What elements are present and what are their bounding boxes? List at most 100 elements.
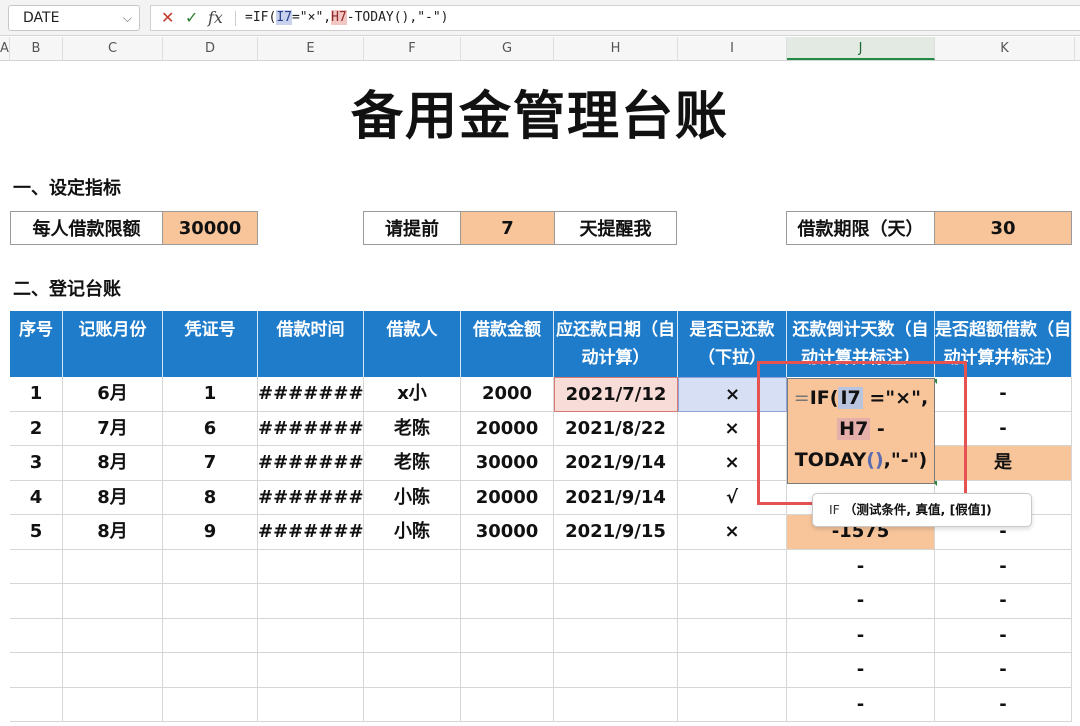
cell-borrower[interactable]: 小陈 <box>364 515 461 550</box>
cell-date[interactable]: ######## <box>258 480 364 515</box>
cell-month[interactable]: 8月 <box>63 480 163 515</box>
cell-borrower[interactable]: x小 <box>364 377 461 412</box>
cell-voucher[interactable] <box>163 653 258 688</box>
cell-seq[interactable]: 3 <box>10 446 63 481</box>
column-header-a[interactable]: A <box>0 37 10 60</box>
cell-month[interactable]: 6月 <box>63 377 163 412</box>
cell-seq[interactable] <box>10 618 63 653</box>
cell-amount[interactable] <box>461 618 554 653</box>
cell-date[interactable] <box>258 618 364 653</box>
column-header-h[interactable]: H <box>554 37 678 60</box>
cell-repaid[interactable] <box>678 549 787 584</box>
chevron-down-icon[interactable]: ⌵ <box>123 6 132 30</box>
cell-seq[interactable]: 2 <box>10 411 63 446</box>
cell-repaid[interactable] <box>678 653 787 688</box>
cell-overlimit[interactable]: - <box>935 687 1072 722</box>
cell-month[interactable]: 7月 <box>63 411 163 446</box>
cell-due-date[interactable] <box>554 584 678 619</box>
formula-input-area[interactable]: ✕ ✓ fx =IF(I7="×",H7-TODAY(),"-") <box>150 5 1080 31</box>
cell-seq[interactable] <box>10 687 63 722</box>
cell-date[interactable]: ######## <box>258 515 364 550</box>
cell-due-date[interactable] <box>554 653 678 688</box>
cell-borrower[interactable] <box>364 653 461 688</box>
cell-due-date[interactable]: 2021/9/14 <box>554 446 678 481</box>
cell-month[interactable]: 8月 <box>63 515 163 550</box>
formula-text[interactable]: =IF(I7="×",H7-TODAY(),"-") <box>245 6 449 30</box>
column-header-j[interactable]: J <box>787 37 935 60</box>
cell-voucher[interactable]: 6 <box>163 411 258 446</box>
cell-countdown[interactable]: - <box>787 584 935 619</box>
cell-overlimit[interactable]: - <box>935 584 1072 619</box>
cell-month[interactable] <box>63 584 163 619</box>
confirm-icon[interactable]: ✓ <box>185 6 198 30</box>
cell-date[interactable]: ######## <box>258 411 364 446</box>
cell-date[interactable]: ######## <box>258 446 364 481</box>
cell-month[interactable] <box>63 687 163 722</box>
cell-amount[interactable]: 20000 <box>461 480 554 515</box>
cell-borrower[interactable]: 小陈 <box>364 480 461 515</box>
cell-due-date[interactable]: 2021/8/22 <box>554 411 678 446</box>
cell-amount[interactable]: 2000 <box>461 377 554 412</box>
cell-voucher[interactable]: 9 <box>163 515 258 550</box>
cancel-icon[interactable]: ✕ <box>161 6 174 30</box>
cell-amount[interactable] <box>461 549 554 584</box>
cell-amount[interactable] <box>461 653 554 688</box>
column-header-b[interactable]: B <box>10 37 63 60</box>
cell-seq[interactable]: 5 <box>10 515 63 550</box>
cell-countdown[interactable]: - <box>787 653 935 688</box>
cell-seq[interactable] <box>10 653 63 688</box>
column-header-g[interactable]: G <box>461 37 554 60</box>
cell-countdown[interactable]: - <box>787 549 935 584</box>
cell-voucher[interactable]: 7 <box>163 446 258 481</box>
cell-amount[interactable]: 30000 <box>461 446 554 481</box>
cell-overlimit[interactable]: - <box>935 549 1072 584</box>
cell-amount[interactable] <box>461 584 554 619</box>
cell-borrower[interactable] <box>364 618 461 653</box>
cell-repaid[interactable] <box>678 584 787 619</box>
cell-repaid[interactable]: × <box>678 515 787 550</box>
cell-date[interactable] <box>258 653 364 688</box>
cell-amount[interactable] <box>461 687 554 722</box>
cell-countdown[interactable]: - <box>787 687 935 722</box>
cell-due-date[interactable]: 2021/9/14 <box>554 480 678 515</box>
cell-voucher[interactable] <box>163 584 258 619</box>
cell-voucher[interactable] <box>163 618 258 653</box>
cell-date[interactable] <box>258 549 364 584</box>
cell-borrower[interactable] <box>364 549 461 584</box>
cell-month[interactable] <box>63 549 163 584</box>
term-value[interactable]: 30 <box>934 211 1072 245</box>
cell-borrower[interactable] <box>364 584 461 619</box>
cell-voucher[interactable] <box>163 549 258 584</box>
cell-countdown[interactable]: - <box>787 618 935 653</box>
cell-overlimit[interactable]: - <box>935 653 1072 688</box>
cell-borrower[interactable]: 老陈 <box>364 446 461 481</box>
cell-seq[interactable] <box>10 549 63 584</box>
cell-seq[interactable] <box>10 584 63 619</box>
cell-month[interactable] <box>63 618 163 653</box>
editing-cell-j7[interactable]: =IF(I7 ="×", H7 - TODAY(),"-") <box>787 378 935 484</box>
cell-overlimit[interactable]: - <box>935 618 1072 653</box>
cell-due-date[interactable]: 2021/7/12 <box>554 377 678 412</box>
function-icon[interactable]: fx <box>208 6 223 30</box>
cell-seq[interactable]: 1 <box>10 377 63 412</box>
column-header-k[interactable]: K <box>935 37 1075 60</box>
cell-month[interactable] <box>63 653 163 688</box>
cell-month[interactable]: 8月 <box>63 446 163 481</box>
cell-voucher[interactable]: 8 <box>163 480 258 515</box>
column-header-c[interactable]: C <box>63 37 163 60</box>
cell-voucher[interactable] <box>163 687 258 722</box>
cell-date[interactable]: ######## <box>258 377 364 412</box>
cell-due-date[interactable] <box>554 549 678 584</box>
column-header-i[interactable]: I <box>678 37 787 60</box>
cell-seq[interactable]: 4 <box>10 480 63 515</box>
cell-repaid[interactable] <box>678 687 787 722</box>
cell-repaid[interactable] <box>678 618 787 653</box>
name-box[interactable]: DATE ⌵ <box>8 5 140 31</box>
cell-date[interactable] <box>258 584 364 619</box>
cell-date[interactable] <box>258 687 364 722</box>
cell-amount[interactable]: 20000 <box>461 411 554 446</box>
limit-value[interactable]: 30000 <box>162 211 258 245</box>
column-header-e[interactable]: E <box>258 37 364 60</box>
cell-due-date[interactable] <box>554 687 678 722</box>
cell-borrower[interactable] <box>364 687 461 722</box>
